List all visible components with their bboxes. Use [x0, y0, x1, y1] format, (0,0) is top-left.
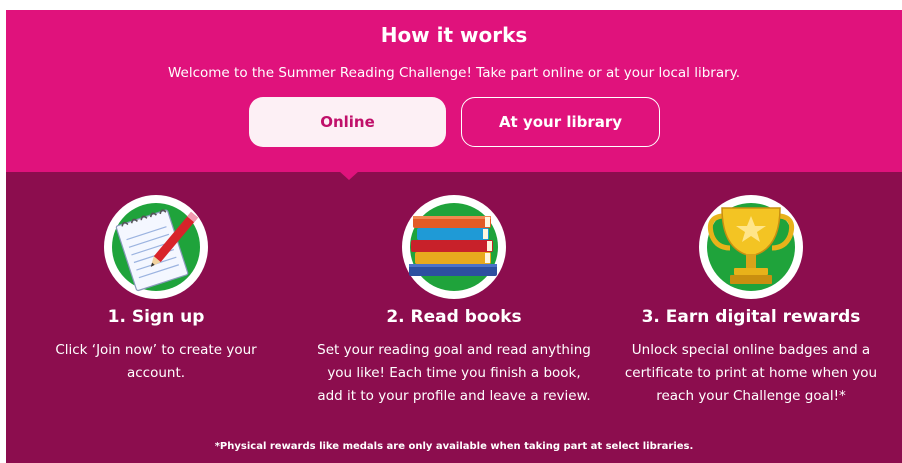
section-title: How it works — [380, 23, 528, 47]
step-title: 3. Earn digital rewards — [641, 307, 861, 327]
step-sign-up: 1. Sign up Click ‘Join now’ to create yo… — [11, 180, 301, 385]
notepad-pencil-icon — [104, 195, 208, 299]
footnote: *Physical rewards like medals are only a… — [214, 441, 694, 452]
section-subtitle: Welcome to the Summer Reading Challenge!… — [167, 65, 740, 81]
step-read-books: 2. Read books Set your reading goal and … — [309, 180, 599, 408]
step-description: Unlock special online badges and a certi… — [624, 342, 878, 404]
tab-at-your-library[interactable]: At your library — [461, 97, 660, 147]
step-title: 2. Read books — [386, 307, 522, 327]
step-description: Set your reading goal and read anything … — [317, 342, 591, 404]
step-earn-rewards: 3. Earn digital rewards Unlock special o… — [606, 180, 896, 408]
step-title: 1. Sign up — [107, 307, 205, 327]
step-description: Click ‘Join now’ to create your account. — [55, 342, 257, 381]
how-it-works-section: How it works Welcome to the Summer Readi… — [6, 10, 902, 463]
book-stack-icon — [402, 195, 506, 299]
trophy-icon — [699, 195, 803, 299]
selected-tab-pointer — [339, 171, 359, 180]
tab-online[interactable]: Online — [249, 97, 446, 147]
